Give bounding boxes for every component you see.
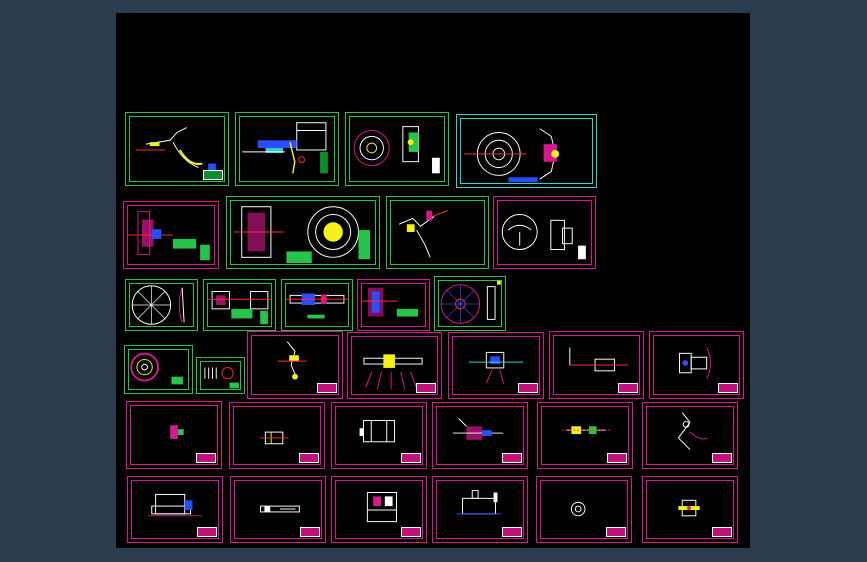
disc-spring-icon [130,352,183,385]
drawing-sheet-master-cylinder[interactable] [127,476,223,543]
hub-section-icon [208,291,272,325]
gearbox-section-icon [242,122,328,174]
drawing-sheet-block[interactable] [331,476,427,543]
spline-hub-icon [362,287,419,317]
title-block [203,170,223,180]
drawing-sheet-shaft[interactable] [281,279,353,331]
shaft-icon [286,293,348,319]
pressure-plate-icon [233,206,371,264]
drawing-sheet-reservoir[interactable] [432,476,528,543]
clutch-disc-view-icon [353,126,440,174]
drawing-sheet-pedal-assembly[interactable] [125,112,229,186]
drawing-sheet-spline-hub[interactable] [357,279,430,331]
drawing-sheet-rod[interactable] [230,476,326,543]
drawing-sheet-piston[interactable] [432,402,528,469]
drawing-sheet-disc-spring[interactable] [124,345,193,394]
drawing-sheet-hub-section[interactable] [203,279,276,331]
drawing-sheet-gearbox-section[interactable] [235,112,339,186]
drawing-sheet-washer[interactable] [536,476,632,543]
drawing-sheet-clutch-section[interactable] [123,201,219,269]
drawing-sheet-cylinder[interactable] [331,402,427,469]
drawing-sheet-driven-disc[interactable] [125,279,198,331]
drawing-sheet-release-shaft[interactable] [347,332,442,399]
drawing-sheet-push-rod[interactable] [537,402,633,469]
cover-plate-icon [501,214,586,260]
drawing-sheet-spring-detail[interactable] [196,357,245,394]
drawing-sheet-bearing-sleeve[interactable] [549,331,644,399]
flywheel-housing-icon [463,128,560,183]
drawing-sheet-pin[interactable] [126,401,222,469]
drawing-sheet-fitting[interactable] [642,476,738,543]
drawing-sheet-flywheel-housing[interactable] [456,114,597,188]
drawing-sheet-release-lever[interactable] [386,196,489,269]
release-lever-icon [398,210,448,258]
drawing-sheet-housing-bracket[interactable] [649,331,744,399]
drawing-sheet-pressure-plate[interactable] [226,196,380,269]
driven-disc-icon [131,285,185,325]
drawing-canvas[interactable] [116,13,750,548]
drawing-sheet-bracket[interactable] [448,332,544,399]
drawing-sheet-lever-arm[interactable] [642,402,738,469]
drawing-sheet-fork[interactable] [247,331,343,399]
friction-plate-icon [440,280,501,324]
clutch-section-icon [128,211,210,261]
drawing-sheet-bushing[interactable] [229,402,325,469]
drawing-sheet-cover-plate[interactable] [493,196,596,269]
spring-detail-icon [204,366,239,389]
drawing-sheet-clutch-disc-view[interactable] [345,112,449,186]
drawing-sheet-friction-plate[interactable] [434,276,506,331]
